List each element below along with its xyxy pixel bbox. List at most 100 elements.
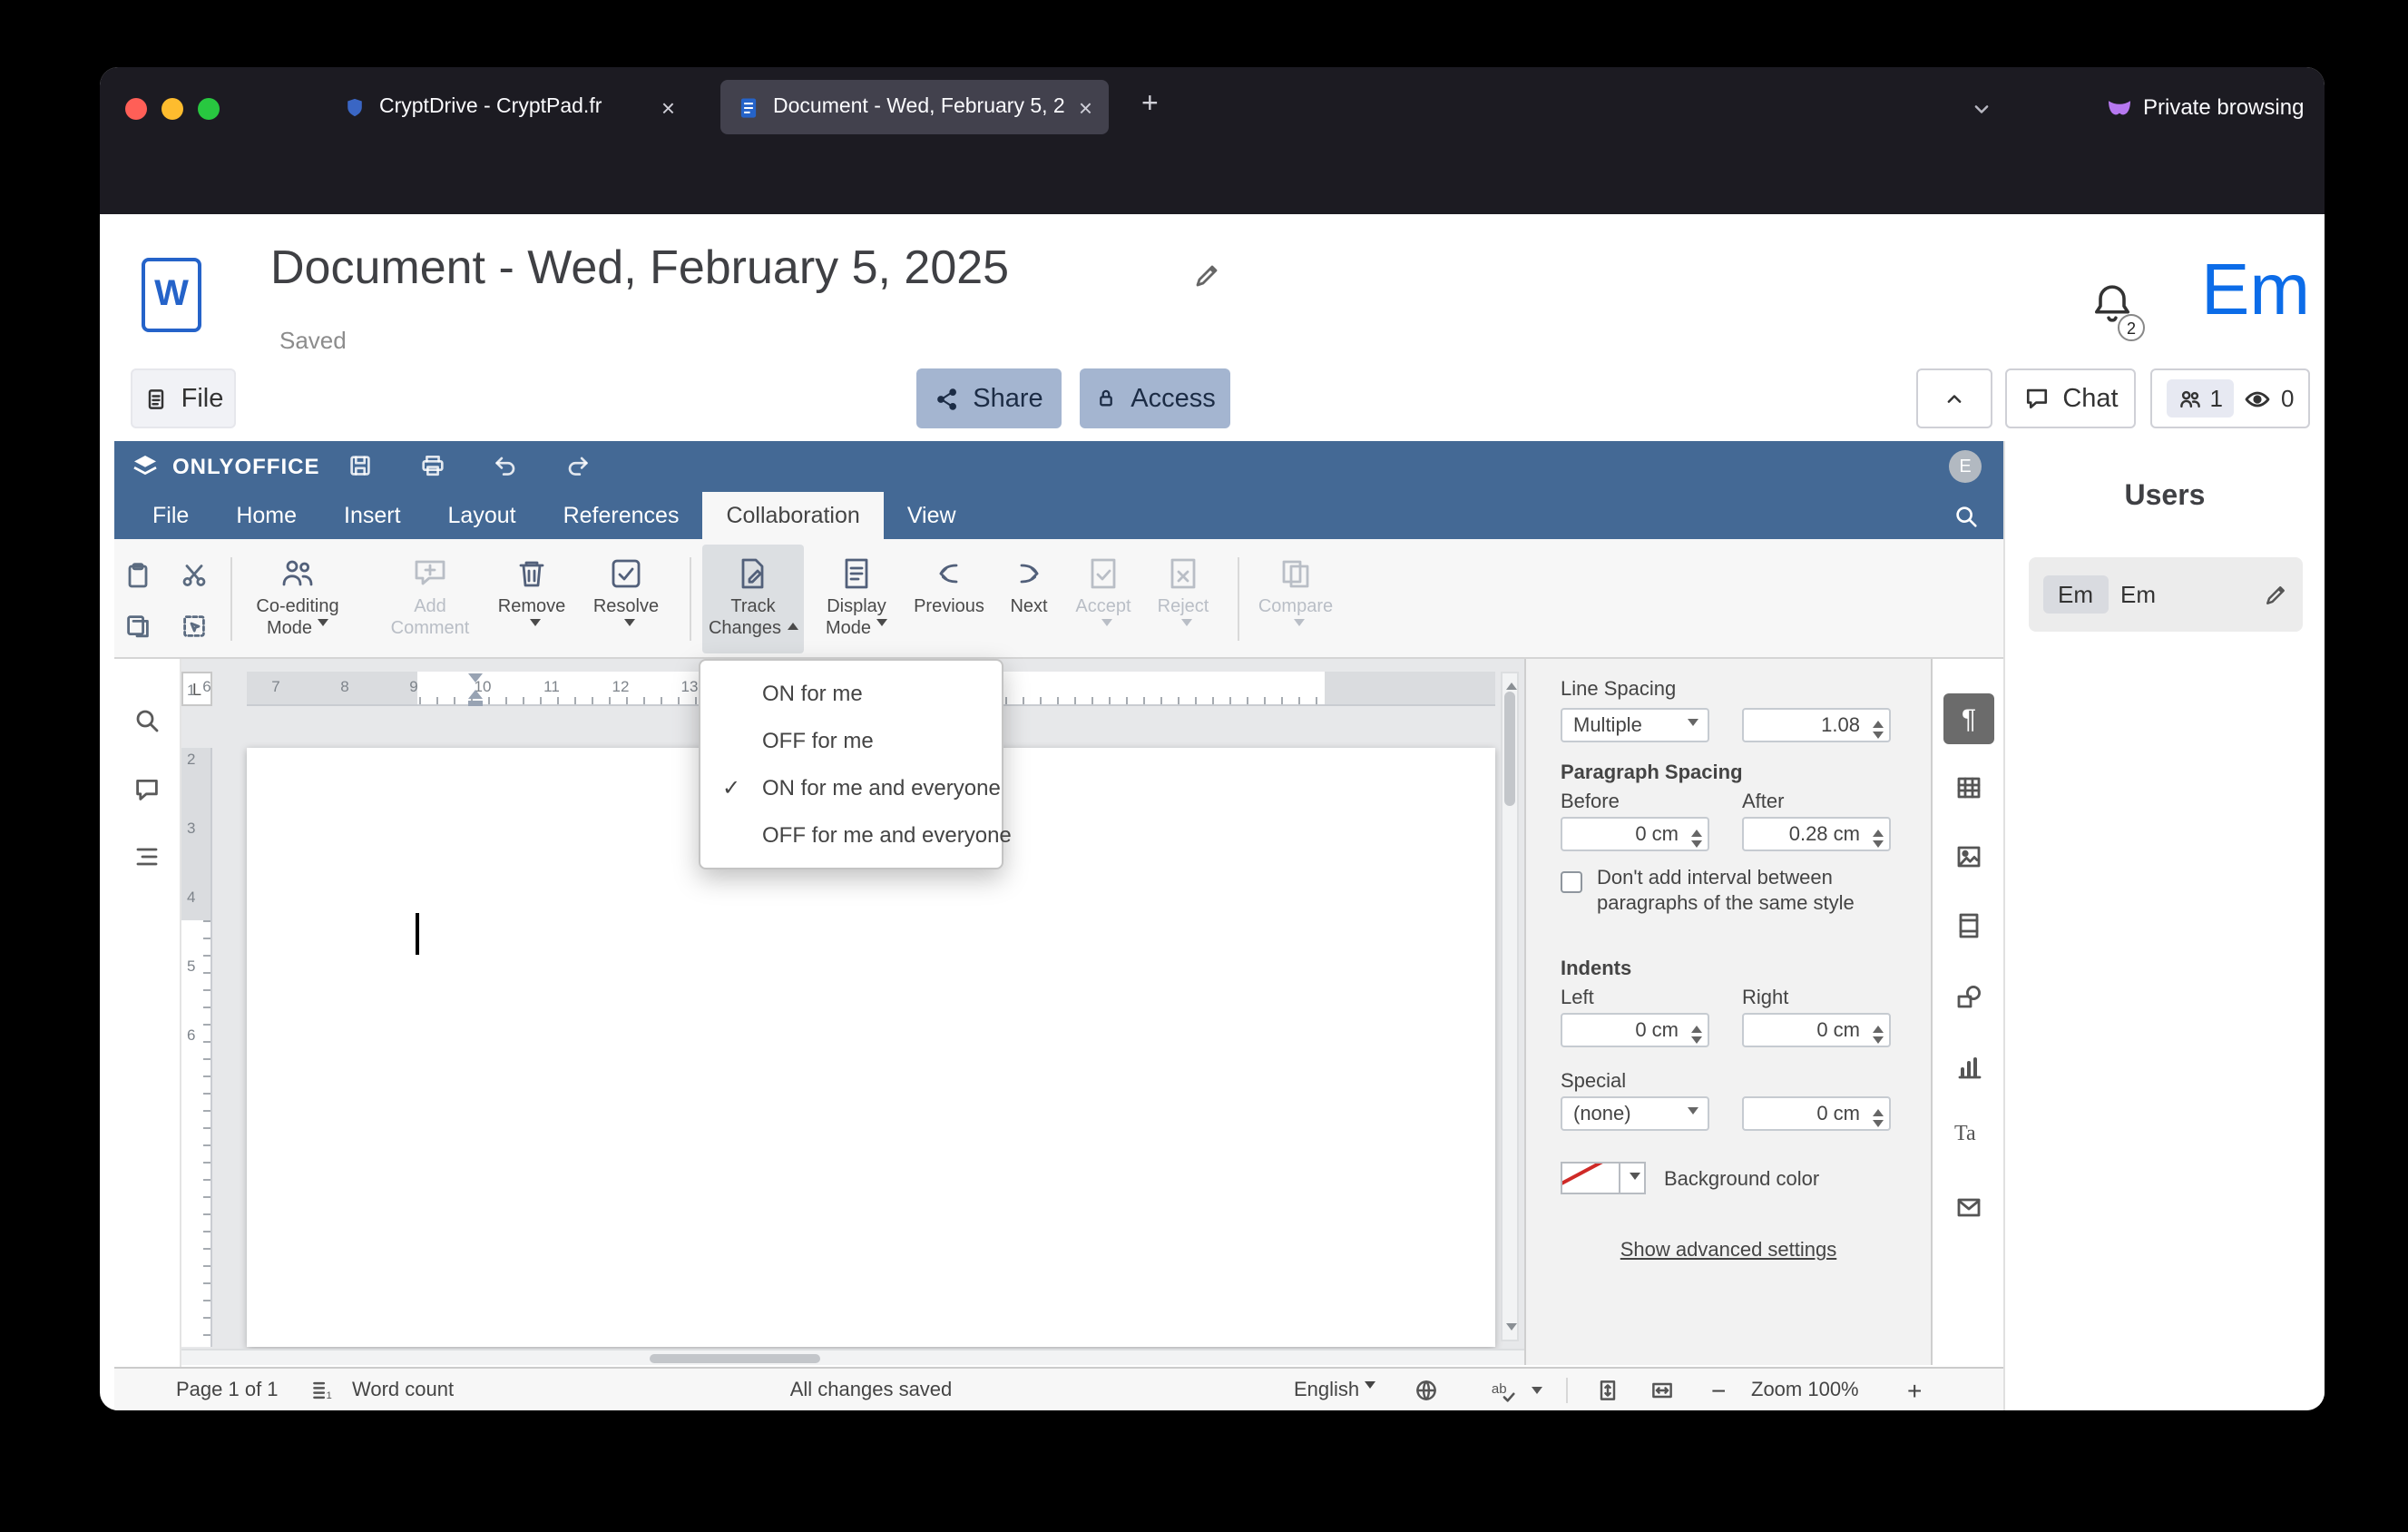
mail-merge-settings-icon[interactable]	[1954, 1193, 1983, 1222]
menu-tab-collaboration[interactable]: Collaboration	[702, 492, 884, 539]
cut-scissors-icon[interactable]	[180, 561, 209, 590]
menu-tab-view[interactable]: View	[884, 492, 980, 539]
spacing-after-spinner[interactable]: 0.28 cm	[1742, 817, 1891, 851]
menu-tab-insert[interactable]: Insert	[320, 492, 425, 539]
reject-button[interactable]: Reject	[1132, 545, 1234, 653]
collapse-toolbar-button[interactable]	[1916, 368, 1992, 428]
presence-counts[interactable]: 1 0	[2150, 368, 2310, 428]
edit-name-pencil-icon[interactable]	[2263, 582, 2288, 607]
zoom-out-button[interactable]: −	[1711, 1369, 1726, 1410]
word-count-label[interactable]: Word count	[352, 1369, 454, 1410]
ruler-vertical[interactable]: 21123456	[181, 681, 212, 1347]
fit-width-icon[interactable]	[1649, 1378, 1675, 1403]
image-settings-icon[interactable]	[1954, 842, 1983, 871]
find-icon[interactable]	[132, 706, 162, 735]
horizontal-scrollbar[interactable]	[181, 1349, 1524, 1365]
vertical-scroll-thumb[interactable]	[1504, 692, 1515, 806]
line-spacing-amount-spinner[interactable]: 1.08	[1742, 708, 1891, 742]
table-settings-icon[interactable]	[1954, 773, 1983, 802]
shape-settings-icon[interactable]	[1954, 982, 1983, 1011]
indent-right-spinner[interactable]: 0 cm	[1742, 1013, 1891, 1047]
save-status: Saved	[279, 327, 347, 354]
vertical-scrollbar[interactable]	[1501, 672, 1519, 1341]
tab-close-icon[interactable]: ×	[1079, 95, 1092, 119]
new-tab-button[interactable]: +	[1141, 89, 1159, 122]
language-selector[interactable]: English	[1294, 1369, 1376, 1410]
undo-icon[interactable]	[492, 452, 519, 479]
menu-tab-layout[interactable]: Layout	[425, 492, 540, 539]
menu-item-off-for-me[interactable]: OFF for me	[700, 717, 1002, 764]
after-value: 0.28 cm	[1788, 823, 1860, 845]
access-button[interactable]: Access	[1080, 368, 1230, 428]
paste-icon[interactable]	[123, 561, 152, 590]
macos-zoom-button[interactable]	[198, 98, 220, 120]
display-mode-button[interactable]: Display Mode	[806, 545, 907, 653]
background-color-swatch[interactable]	[1561, 1162, 1620, 1194]
macos-minimize-button[interactable]	[162, 98, 183, 120]
print-icon[interactable]	[419, 452, 446, 479]
menu-tab-home[interactable]: Home	[212, 492, 320, 539]
tab-document[interactable]: Document - Wed, February 5, 2025 ×	[720, 80, 1109, 134]
scroll-down-arrow[interactable]	[1506, 1323, 1517, 1336]
line-spacing-select[interactable]: Multiple	[1561, 708, 1709, 742]
co-editing-mode-button[interactable]: Co-editing Mode	[247, 545, 348, 653]
spacing-before-spinner[interactable]: 0 cm	[1561, 817, 1709, 851]
first-line-indent-marker[interactable]	[468, 673, 483, 683]
header-footer-settings-icon[interactable]	[1954, 911, 1983, 940]
tab-close-icon[interactable]: ×	[661, 95, 675, 119]
copy-icon[interactable]	[123, 612, 152, 641]
select-all-icon[interactable]	[180, 612, 209, 641]
user-name: Em	[2120, 581, 2156, 608]
special-amount-spinner[interactable]: 0 cm	[1742, 1096, 1891, 1131]
chat-button[interactable]: Chat	[2005, 368, 2136, 428]
list-all-tabs-chevron-icon[interactable]	[1969, 96, 1994, 122]
language-label: English	[1294, 1380, 1360, 1401]
fit-page-icon[interactable]	[1595, 1378, 1620, 1403]
text-art-settings-icon[interactable]: Ta	[1954, 1120, 1976, 1147]
navigation-headings-icon[interactable]	[132, 842, 162, 871]
redo-icon[interactable]	[564, 452, 592, 479]
menu-tab-references[interactable]: References	[540, 492, 703, 539]
rename-pencil-icon[interactable]	[1192, 261, 1221, 290]
chart-settings-icon[interactable]	[1954, 1053, 1983, 1082]
zoom-in-button[interactable]: +	[1907, 1369, 1922, 1410]
add-comment-button[interactable]: Add Comment	[379, 545, 481, 653]
word-count-icon[interactable]: 1	[310, 1378, 336, 1403]
save-icon[interactable]	[347, 452, 374, 479]
macos-close-button[interactable]	[125, 98, 147, 120]
set-language-globe-icon[interactable]	[1414, 1378, 1439, 1403]
users-panel-title: Users	[2124, 481, 2206, 512]
left-indent-marker[interactable]	[468, 700, 483, 705]
track-changes-button[interactable]: Track Changes	[702, 545, 804, 653]
resolve-button[interactable]: Resolve	[575, 545, 677, 653]
paragraph-settings-icon[interactable]: ¶	[1943, 693, 1994, 744]
spell-checking-chevron-icon[interactable]	[1532, 1387, 1542, 1399]
menu-item-on-for-me[interactable]: ON for me	[700, 670, 1002, 717]
background-color-dropdown[interactable]	[1620, 1162, 1646, 1194]
file-button[interactable]: File	[131, 368, 236, 428]
menu-tab-file[interactable]: File	[129, 492, 212, 539]
menu-item-off-for-me-and-everyone[interactable]: OFF for me and everyone	[700, 811, 1012, 859]
hanging-indent-marker[interactable]	[468, 690, 483, 699]
share-button[interactable]: Share	[916, 368, 1062, 428]
spell-checking-icon[interactable]: ab	[1490, 1377, 1517, 1404]
menu-item-on-for-me-and-everyone[interactable]: ✓ ON for me and everyone	[700, 764, 1002, 811]
indent-left-spinner[interactable]: 0 cm	[1561, 1013, 1709, 1047]
editor-search-icon[interactable]	[1953, 503, 1980, 530]
horizontal-scroll-thumb[interactable]	[650, 1353, 820, 1362]
tab-cryptdrive[interactable]: CryptDrive - CryptPad.fr ×	[327, 80, 691, 134]
after-label: After	[1742, 791, 1785, 813]
user-list-item[interactable]: Em Em	[2029, 557, 2303, 632]
remove-button[interactable]: Remove	[481, 545, 582, 653]
page-indicator[interactable]: Page 1 of 1	[176, 1369, 279, 1410]
user-avatar[interactable]: Em	[2201, 250, 2310, 332]
interval-checkbox[interactable]	[1561, 871, 1582, 893]
document-title[interactable]: Document - Wed, February 5, 2025	[270, 240, 1009, 296]
scroll-up-arrow[interactable]	[1506, 677, 1517, 690]
zoom-level[interactable]: Zoom 100%	[1751, 1369, 1859, 1410]
special-select[interactable]: (none)	[1561, 1096, 1709, 1131]
show-advanced-settings-link[interactable]: Show advanced settings	[1526, 1240, 1931, 1262]
compare-button[interactable]: Compare	[1245, 545, 1346, 653]
comments-icon[interactable]	[132, 775, 162, 804]
editor-user-avatar[interactable]: E	[1949, 450, 1982, 483]
